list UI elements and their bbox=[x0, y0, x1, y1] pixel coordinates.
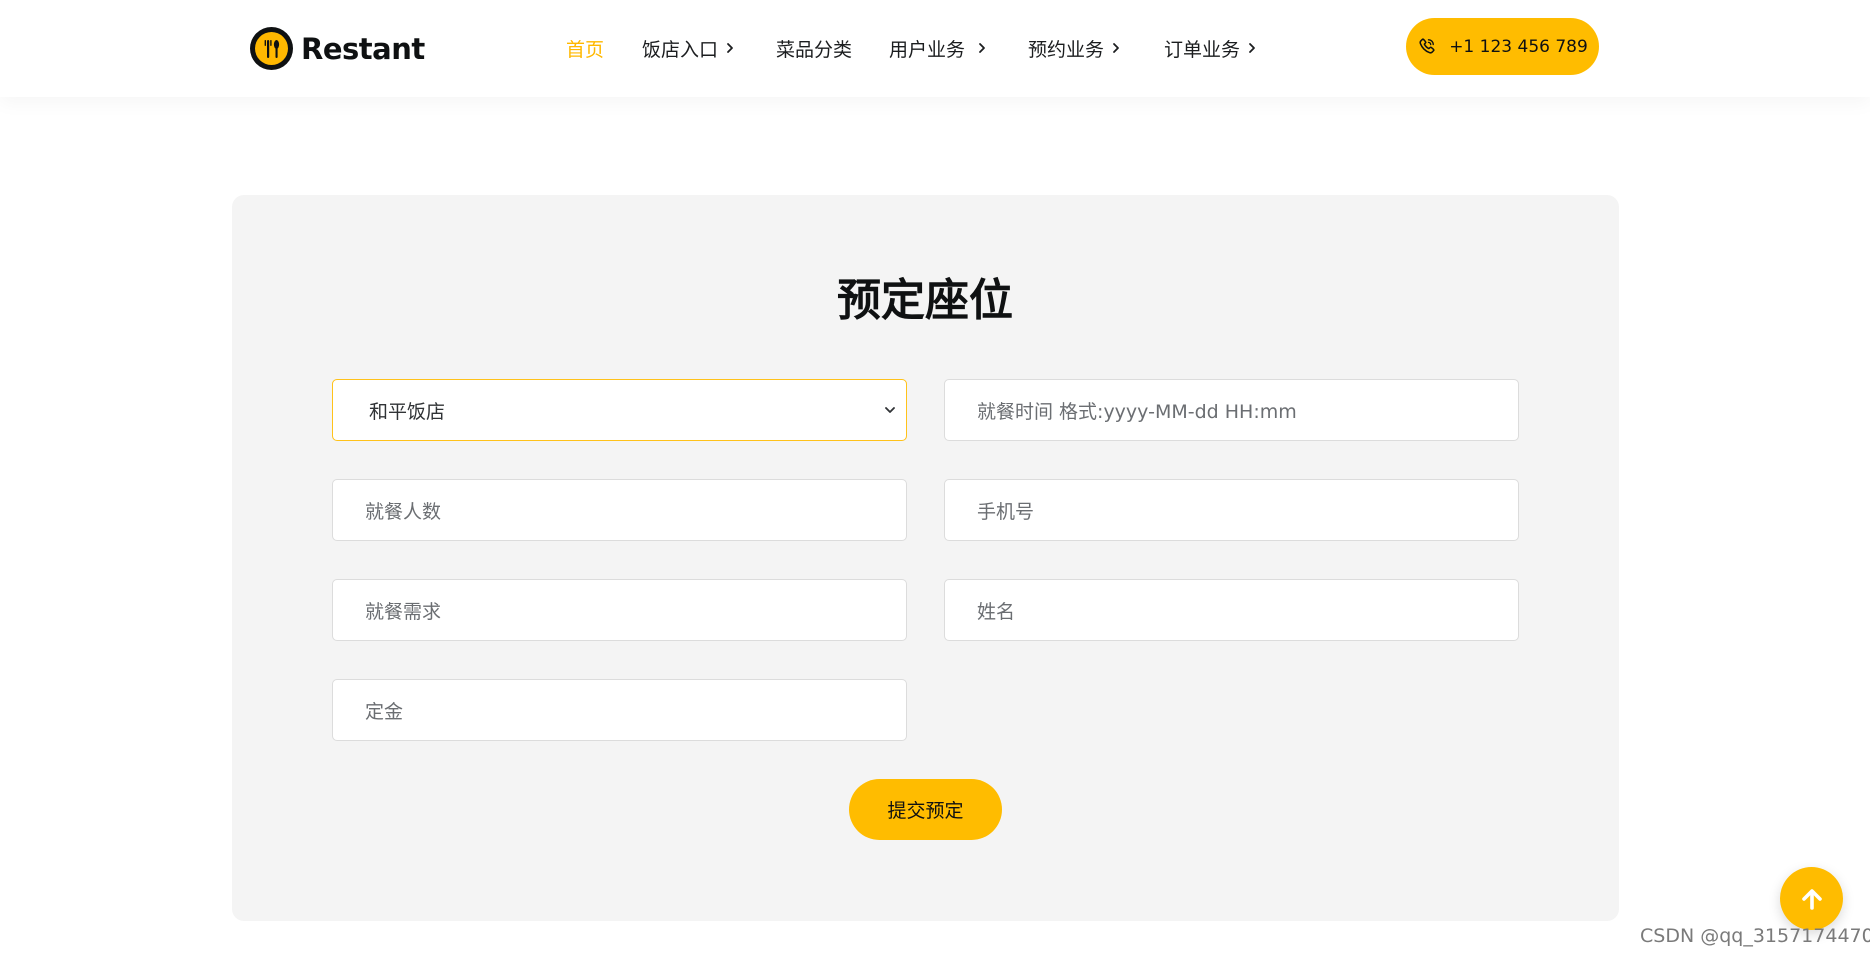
dining-time-input[interactable]: 就餐时间 格式:yyyy-MM-dd HH:mm bbox=[944, 379, 1519, 441]
site-header: Restant 首页 饭店入口 菜品分类 用户业务 预约业务 订单业务 +1 1… bbox=[0, 0, 1870, 97]
submit-reservation-button[interactable]: 提交预定 bbox=[849, 779, 1002, 840]
form-title: 预定座位 bbox=[837, 275, 1013, 326]
nav-item-label: 首页 bbox=[566, 38, 605, 61]
nav-item-dish-categories[interactable]: 菜品分类 bbox=[776, 34, 852, 62]
nav-item-restaurants[interactable]: 饭店入口 bbox=[642, 34, 735, 62]
phone-icon bbox=[1419, 38, 1435, 54]
nav-item-label: 订单业务 bbox=[1164, 38, 1241, 61]
name-input[interactable]: 姓名 bbox=[944, 579, 1519, 641]
nav-item-label: 饭店入口 bbox=[642, 38, 719, 61]
fork-spoon-logo-icon bbox=[250, 27, 293, 70]
phone-number-input[interactable]: 手机号 bbox=[944, 479, 1519, 541]
brand-logo[interactable]: Restant bbox=[250, 26, 425, 71]
nav-item-home[interactable]: 首页 bbox=[566, 34, 604, 62]
restaurant-select[interactable]: 和平饭店 bbox=[332, 379, 907, 441]
phone-number-label: +1 123 456 789 bbox=[1449, 36, 1588, 57]
phone-number-placeholder: 手机号 bbox=[977, 500, 1035, 523]
chevron-right-icon bbox=[1113, 43, 1119, 53]
nav-item-label: 菜品分类 bbox=[776, 38, 853, 61]
watermark: CSDN @qq_3157174470 bbox=[1640, 925, 1870, 947]
nav-item-reservation-services[interactable]: 预约业务 bbox=[1028, 34, 1121, 62]
nav-item-user-services[interactable]: 用户业务 bbox=[889, 34, 987, 62]
requirements-placeholder: 就餐需求 bbox=[365, 600, 442, 623]
nav-item-label: 预约业务 bbox=[1028, 38, 1105, 61]
requirements-input[interactable]: 就餐需求 bbox=[332, 579, 907, 641]
nav-item-label: 用户业务 bbox=[889, 38, 966, 61]
party-size-placeholder: 就餐人数 bbox=[365, 500, 442, 523]
chevron-down-icon bbox=[885, 407, 895, 413]
deposit-placeholder: 定金 bbox=[365, 700, 404, 723]
restaurant-select-value: 和平饭店 bbox=[369, 400, 446, 423]
party-size-input[interactable]: 就餐人数 bbox=[332, 479, 907, 541]
chevron-right-icon bbox=[727, 43, 733, 53]
arrow-up-icon bbox=[1801, 888, 1822, 910]
chevron-right-icon bbox=[979, 43, 985, 53]
name-placeholder: 姓名 bbox=[977, 600, 1016, 623]
chevron-right-icon bbox=[1249, 43, 1255, 53]
scroll-to-top-button[interactable] bbox=[1780, 867, 1843, 930]
brand-name: Restant bbox=[301, 31, 425, 66]
nav-item-order-services[interactable]: 订单业务 bbox=[1164, 34, 1257, 62]
phone-button[interactable]: +1 123 456 789 bbox=[1406, 18, 1599, 75]
deposit-input[interactable]: 定金 bbox=[332, 679, 907, 741]
dining-time-placeholder: 就餐时间 格式:yyyy-MM-dd HH:mm bbox=[977, 400, 1297, 423]
